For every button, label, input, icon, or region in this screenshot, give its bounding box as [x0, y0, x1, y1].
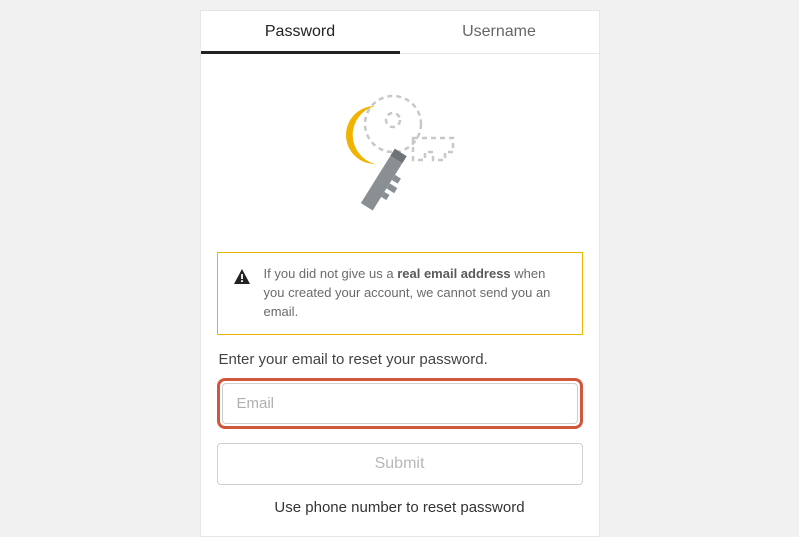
alert-text-before: If you did not give us a: [264, 266, 398, 281]
tab-password[interactable]: Password: [201, 11, 400, 53]
warning-icon: [232, 267, 252, 287]
keys-illustration: [217, 74, 583, 252]
prompt-text: Enter your email to reset your password.: [217, 351, 583, 368]
tab-username[interactable]: Username: [400, 11, 599, 53]
alert-text-bold: real email address: [397, 266, 510, 281]
alert-text: If you did not give us a real email addr…: [264, 265, 568, 322]
keys-icon: [325, 82, 475, 232]
submit-button[interactable]: Submit: [217, 443, 583, 485]
reset-card: Password Username: [200, 10, 600, 537]
tabs: Password Username: [201, 11, 599, 54]
input-highlight-box: [217, 378, 583, 429]
card-content: If you did not give us a real email addr…: [201, 54, 599, 536]
email-input[interactable]: [222, 383, 578, 424]
use-phone-link[interactable]: Use phone number to reset password: [217, 499, 583, 520]
alert-box: If you did not give us a real email addr…: [217, 252, 583, 335]
